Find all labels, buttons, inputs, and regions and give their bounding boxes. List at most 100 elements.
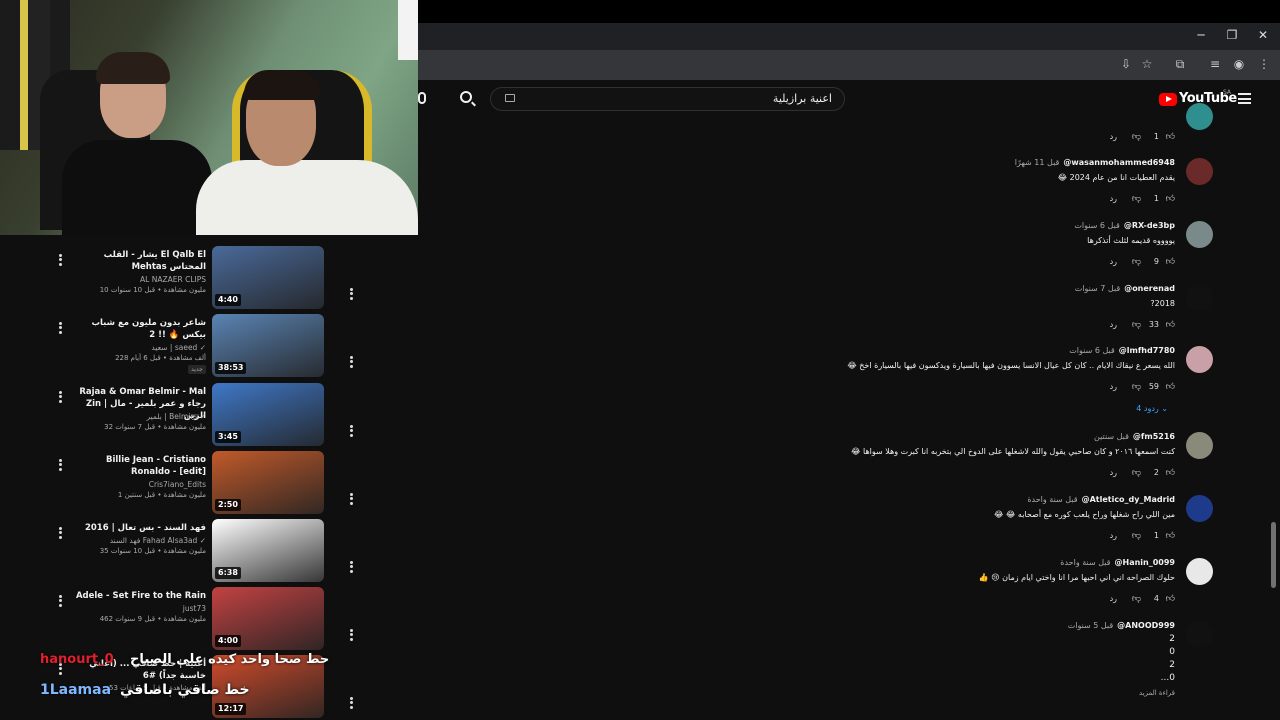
comment-author[interactable]: قبل سنتين @fm5216 xyxy=(1094,432,1175,441)
comment-time[interactable]: قبل سنة واحدة xyxy=(1060,558,1110,567)
related-video-item[interactable]: 2:50 Billie Jean - Cristiano Ronaldo - [e… xyxy=(0,451,418,515)
reply-button[interactable]: رد xyxy=(1110,320,1117,329)
channel-name[interactable]: فهد السند Fahad Alsa3ad ✓ xyxy=(66,536,206,545)
comment-author[interactable]: قبل 5 سنوات @ANOOD999 xyxy=(1068,621,1175,630)
dislike-icon[interactable]: 👎︎ xyxy=(1132,594,1141,604)
related-video-item[interactable]: 4:00 Adele - Set Fire to the Rain just73 46… xyxy=(0,587,418,651)
video-title[interactable]: Billie Jean - Cristiano Ronaldo - [edit] xyxy=(66,454,206,478)
keyboard-icon[interactable] xyxy=(505,94,515,102)
video-title[interactable]: فهد السند - بس تعال | 2016 xyxy=(66,522,206,534)
dislike-icon[interactable]: 👎︎ xyxy=(1132,468,1141,478)
dot xyxy=(350,355,353,359)
more-options-icon[interactable] xyxy=(59,320,63,335)
avatar[interactable] xyxy=(1186,103,1213,130)
comment-actions: 👍︎ 1 👎︎ رد xyxy=(1095,531,1175,543)
dot xyxy=(350,492,353,496)
scrollbar-thumb[interactable] xyxy=(1271,522,1276,588)
like-icon[interactable]: 👍︎ xyxy=(1166,531,1175,541)
comment-time[interactable]: قبل 6 سنوات xyxy=(1069,346,1114,355)
dislike-icon[interactable]: 👎︎ xyxy=(1132,320,1141,330)
reply-button[interactable]: رد xyxy=(1110,382,1117,391)
more-options-icon[interactable] xyxy=(350,354,354,369)
avatar[interactable] xyxy=(1186,432,1213,459)
channel-name[interactable]: بلمير | Belmirs ✓ xyxy=(66,412,207,421)
like-icon[interactable]: 👍︎ xyxy=(1166,194,1175,204)
comment-time[interactable]: قبل 11 شهرًا xyxy=(1015,158,1060,167)
extensions-icon[interactable]: ⧉ xyxy=(1172,57,1188,72)
avatar[interactable] xyxy=(1186,558,1213,585)
reply-button[interactable]: رد xyxy=(1110,531,1117,540)
avatar[interactable] xyxy=(1186,221,1213,248)
like-icon[interactable]: 👍︎ xyxy=(1166,132,1175,142)
video-title[interactable]: شاعر بدون مليون مع شباب بيكس 🔥 !! 2 xyxy=(66,317,206,341)
avatar[interactable] xyxy=(1186,346,1213,373)
channel-name[interactable]: AL NAZAER CLIPS xyxy=(66,275,206,284)
voice-search-icon[interactable] xyxy=(418,92,426,104)
hamburger-menu-icon[interactable] xyxy=(1238,93,1251,104)
menu-kebab-icon[interactable]: ⋮ xyxy=(1256,57,1272,71)
restore-button[interactable]: ❐ xyxy=(1224,28,1240,42)
dislike-icon[interactable]: 👎︎ xyxy=(1132,132,1141,142)
like-icon[interactable]: 👍︎ xyxy=(1166,594,1175,604)
channel-name[interactable]: just73 xyxy=(66,604,206,613)
minimize-button[interactable]: ─ xyxy=(1193,28,1209,42)
reply-button[interactable]: رد xyxy=(1110,594,1117,603)
avatar[interactable] xyxy=(1186,495,1213,522)
reply-button[interactable]: رد xyxy=(1110,257,1117,266)
search-icon[interactable] xyxy=(460,91,472,103)
read-more-link[interactable]: قراءة المزيد xyxy=(1139,689,1175,697)
related-video-item[interactable]: 6:38 فهد السند - بس تعال | 2016 فهد السند … xyxy=(0,519,418,583)
like-icon[interactable]: 👍︎ xyxy=(1166,468,1175,478)
comment-time[interactable]: قبل 6 سنوات xyxy=(1074,221,1119,230)
channel-name[interactable]: سعيد | saeed ✓ xyxy=(66,343,206,352)
video-title[interactable]: Adele - Set Fire to the Rain xyxy=(66,590,206,602)
reply-button[interactable]: رد xyxy=(1110,132,1117,141)
comment-time[interactable]: قبل سنة واحدة xyxy=(1027,495,1077,504)
install-app-icon[interactable]: ⇩ xyxy=(1118,57,1134,71)
view-replies-button[interactable]: 4 ردود ⌄ xyxy=(1136,404,1168,413)
related-video-item[interactable]: 4:40 يشار - القلب El Qalb El Mehtas المحت… xyxy=(0,246,418,310)
comment-author[interactable]: قبل 6 سنوات @lmfhd7780 xyxy=(1069,346,1175,355)
like-icon[interactable]: 👍︎ xyxy=(1166,320,1175,330)
dislike-icon[interactable]: 👎︎ xyxy=(1132,257,1141,267)
profile-icon[interactable]: ◉ xyxy=(1231,57,1247,71)
more-options-icon[interactable] xyxy=(59,252,63,267)
more-options-icon[interactable] xyxy=(350,559,354,574)
comment-author[interactable]: قبل سنة واحدة @Hanin_0099 xyxy=(1060,558,1175,567)
bookmark-star-icon[interactable]: ☆ xyxy=(1139,57,1155,71)
like-icon[interactable]: 👍︎ xyxy=(1166,382,1175,392)
dot xyxy=(59,599,62,602)
avatar[interactable] xyxy=(1186,621,1213,648)
channel-name[interactable]: Cris7iano_Edits xyxy=(66,480,206,489)
dislike-icon[interactable]: 👎︎ xyxy=(1132,382,1141,392)
more-options-icon[interactable] xyxy=(350,627,354,642)
related-video-item[interactable]: 3:45 Rajaa & Omar Belmir - Mal Zin | رجاء… xyxy=(0,383,418,447)
media-icon[interactable]: ≡ xyxy=(1207,57,1223,71)
dislike-icon[interactable]: 👎︎ xyxy=(1132,531,1141,541)
more-options-icon[interactable] xyxy=(59,525,63,540)
comment-author[interactable]: قبل 7 سنوات @onerenad xyxy=(1075,284,1175,293)
close-button[interactable]: ✕ xyxy=(1255,28,1271,42)
more-options-icon[interactable] xyxy=(350,286,354,301)
comment-author[interactable]: قبل سنة واحدة @Atletico_dy_Madrid xyxy=(1027,495,1175,504)
like-icon[interactable]: 👍︎ xyxy=(1166,257,1175,267)
more-options-icon[interactable] xyxy=(350,423,354,438)
search-input[interactable]: اعنية برازيلية xyxy=(490,87,845,111)
comment-author[interactable]: قبل 6 سنوات @RX-de3bp xyxy=(1074,221,1175,230)
more-options-icon[interactable] xyxy=(350,695,354,710)
more-options-icon[interactable] xyxy=(59,593,63,608)
avatar[interactable] xyxy=(1186,284,1213,311)
comment-time[interactable]: قبل 7 سنوات xyxy=(1075,284,1120,293)
more-options-icon[interactable] xyxy=(350,491,354,506)
dislike-icon[interactable]: 👎︎ xyxy=(1132,194,1141,204)
reply-button[interactable]: رد xyxy=(1110,468,1117,477)
more-options-icon[interactable] xyxy=(59,457,63,472)
related-video-item[interactable]: 38:53 شاعر بدون مليون مع شباب بيكس 🔥 !! 2… xyxy=(0,314,418,378)
reply-button[interactable]: رد xyxy=(1110,194,1117,203)
avatar[interactable] xyxy=(1186,158,1213,185)
comment-time[interactable]: قبل سنتين xyxy=(1094,432,1129,441)
comment-author[interactable]: قبل 11 شهرًا @wasanmohammed6948 xyxy=(1015,158,1175,167)
comment-time[interactable]: قبل 5 سنوات xyxy=(1068,621,1113,630)
video-title[interactable]: يشار - القلب El Qalb El Mehtas المحتاس xyxy=(66,249,206,273)
more-options-icon[interactable] xyxy=(59,389,63,404)
